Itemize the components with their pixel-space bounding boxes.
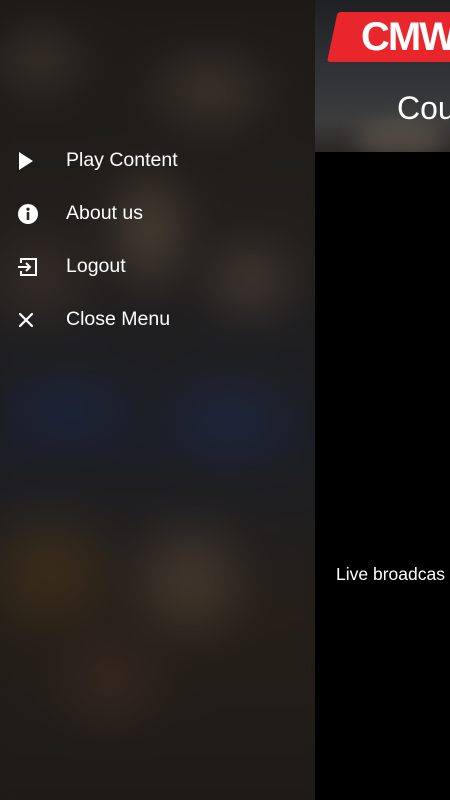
main-content: CMW Cou Live broadcas <box>315 0 450 800</box>
play-icon <box>0 151 66 171</box>
video-caption: Live broadcas <box>336 564 445 584</box>
brand-logo-text: CMW <box>361 15 450 59</box>
logout-icon <box>0 256 66 278</box>
app-root: Play Content About us Logout Close Menu … <box>0 0 450 800</box>
info-icon <box>0 203 66 225</box>
page-title: Cou <box>397 90 450 126</box>
close-icon <box>0 311 66 329</box>
menu-item-close-menu[interactable]: Close Menu <box>0 293 315 346</box>
menu-item-label: About us <box>66 202 143 224</box>
side-menu: Play Content About us Logout Close Menu <box>0 134 315 346</box>
header-banner: CMW Cou <box>315 0 450 152</box>
menu-item-logout[interactable]: Logout <box>0 240 315 293</box>
menu-item-label: Play Content <box>66 149 178 171</box>
menu-item-label: Logout <box>66 255 126 277</box>
side-menu-drawer: Play Content About us Logout Close Menu <box>0 0 315 800</box>
menu-item-play-content[interactable]: Play Content <box>0 134 315 187</box>
menu-item-label: Close Menu <box>66 308 171 330</box>
menu-item-about-us[interactable]: About us <box>0 187 315 240</box>
